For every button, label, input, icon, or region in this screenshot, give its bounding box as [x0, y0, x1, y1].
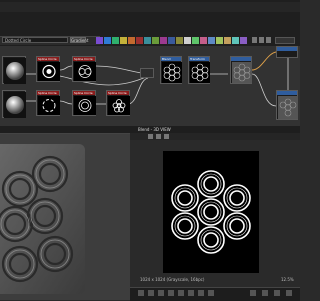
node-title: [231, 57, 251, 61]
channel-icon[interactable]: [168, 290, 174, 296]
color-swatch[interactable]: [184, 37, 191, 44]
color-swatch[interactable]: [192, 37, 199, 44]
color-swatch[interactable]: [208, 37, 215, 44]
node-spline-circle-3[interactable]: Spline Circle: [36, 90, 60, 116]
toolbar-tool-icon[interactable]: [266, 37, 271, 43]
image-size-info: 1024 x 1024 (Grayscale, 16bpc): [140, 277, 205, 282]
channel-icon[interactable]: [158, 290, 164, 296]
node-title: Transform: [189, 57, 209, 61]
zoom-level[interactable]: 12.5%: [281, 277, 294, 282]
gradient-button[interactable]: Gradient: [70, 37, 88, 43]
channel-icon[interactable]: [178, 290, 184, 296]
fit-icon[interactable]: [262, 290, 268, 296]
node-title: Spline Circle: [73, 91, 95, 95]
grid-icon[interactable]: [138, 290, 144, 296]
channel-icon[interactable]: [156, 134, 161, 139]
channel-icon[interactable]: [208, 290, 214, 296]
node-spline-circle-5[interactable]: Spline Circle: [106, 90, 130, 116]
node-spline-circle-4[interactable]: Spline Circle: [72, 90, 96, 116]
color-swatch[interactable]: [104, 37, 111, 44]
color-swatch[interactable]: [240, 37, 247, 44]
channel-icon[interactable]: [148, 290, 154, 296]
node-spline-circle-2[interactable]: Spline Circle: [72, 56, 96, 82]
channel-icon[interactable]: [148, 134, 153, 139]
node-title: Spline Circle: [37, 57, 59, 61]
node-title: Blend: [161, 57, 181, 61]
3d-view[interactable]: [0, 134, 130, 300]
node-title: [277, 91, 297, 95]
color-swatch[interactable]: [168, 37, 175, 44]
color-swatch[interactable]: [144, 37, 151, 44]
settings-icon[interactable]: [250, 290, 256, 296]
color-swatch[interactable]: [120, 37, 127, 44]
color-swatch[interactable]: [136, 37, 143, 44]
node-title: [277, 47, 297, 51]
color-swatch[interactable]: [152, 37, 159, 44]
node-title: Spline Circle: [37, 91, 59, 95]
more-icon[interactable]: [286, 290, 292, 296]
top-toolbar: Dotted Circle Gradient: [0, 0, 300, 47]
toolbar-tool-icon[interactable]: [252, 37, 257, 43]
channel-icon[interactable]: [188, 290, 194, 296]
color-swatch[interactable]: [160, 37, 167, 44]
channel-icon[interactable]: [164, 134, 169, 139]
color-swatch[interactable]: [232, 37, 239, 44]
toolbar-tool-icon[interactable]: [259, 37, 264, 43]
color-swatch[interactable]: [216, 37, 223, 44]
color-swatch[interactable]: [112, 37, 119, 44]
texture-preview: [163, 151, 259, 273]
node-shape-2[interactable]: [2, 90, 26, 118]
color-swatch[interactable]: [128, 37, 135, 44]
node-graph[interactable]: Spline Circle Spline Circle Spline Circl…: [0, 46, 300, 126]
node-blend[interactable]: Blend: [160, 56, 182, 84]
node-blend-small[interactable]: [140, 68, 154, 78]
zoom-icon[interactable]: [274, 290, 280, 296]
search-input[interactable]: Dotted Circle: [2, 37, 68, 43]
toolbar-icon-strip: [0, 2, 300, 12]
node-spline-circle-1[interactable]: Spline Circle: [36, 56, 60, 82]
node-output-gray[interactable]: [230, 56, 252, 84]
node-transform[interactable]: Transform: [188, 56, 210, 84]
color-swatch[interactable]: [176, 37, 183, 44]
color-swatch[interactable]: [96, 37, 103, 44]
node-title: Spline Circle: [73, 57, 95, 61]
node-title: Spline Circle: [107, 91, 129, 95]
toolbar-dropdown[interactable]: [275, 37, 295, 44]
channel-icon[interactable]: [198, 290, 204, 296]
view-title: Blend - 3D VIEW: [138, 127, 171, 132]
left-panel-header: [0, 126, 130, 134]
node-output-top[interactable]: [276, 46, 298, 58]
color-swatch[interactable]: [224, 37, 231, 44]
node-shape-1[interactable]: [2, 56, 26, 84]
color-swatch[interactable]: [200, 37, 207, 44]
node-output-bottom[interactable]: [276, 90, 298, 120]
